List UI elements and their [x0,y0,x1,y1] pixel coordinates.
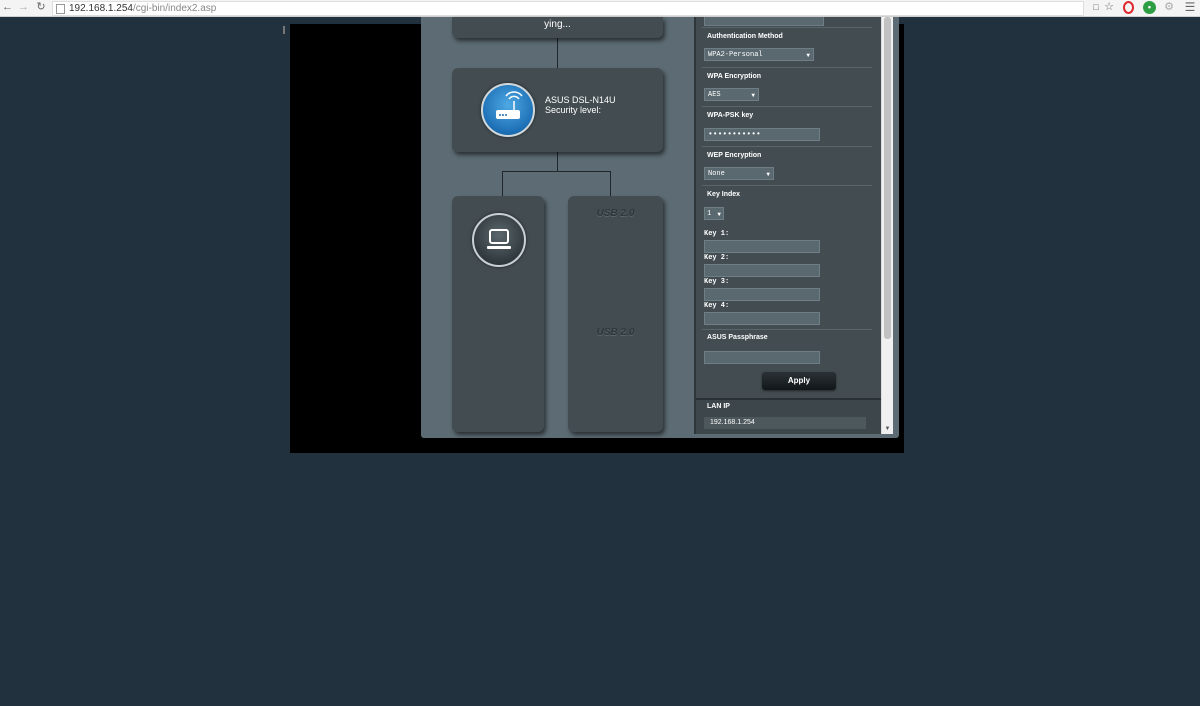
page-marker [283,26,285,34]
wpa-psk-key-label: WPA-PSK key [707,112,754,119]
router-icon [481,83,535,137]
wpa-encryption-value: AES [708,91,721,99]
apply-button[interactable]: Apply [762,372,836,390]
lan-ip-value: 192.168.1.254 [704,417,866,429]
divider [702,67,872,68]
auth-method-value: WPA2-Personal [708,51,763,59]
clients-node[interactable] [452,196,544,432]
divider [702,329,872,330]
asus-passphrase-input[interactable] [704,351,820,364]
key-1-input[interactable] [704,240,820,253]
chevron-down-icon: ▼ [806,52,810,59]
divider [702,106,872,107]
wpa-encryption-label: WPA Encryption [707,73,762,80]
back-arrow-icon[interactable]: ← [2,0,13,16]
forward-arrow-icon[interactable]: → [18,0,29,16]
lan-ip-section: LAN IP 192.168.1.254 [696,398,882,434]
key-index-label: Key Index [707,191,741,198]
key-2-label: Key 2: [704,254,730,262]
settings-wrench-icon[interactable]: ⚙ [1163,0,1175,16]
usb-port-1-label: USB 2.0 [596,208,635,219]
url-text: 192.168.1.254/cgi-bin/index2.asp [69,2,216,15]
asus-passphrase-label: ASUS Passphrase [707,334,768,341]
auth-method-label: Authentication Method [707,33,783,40]
key-4-input[interactable] [704,312,820,325]
opera-icon[interactable] [1123,1,1134,14]
key-3-label: Key 3: [704,278,730,286]
browser-toolbar: ← → ↻ 192.168.1.254/cgi-bin/index2.asp □… [0,0,1200,17]
wep-encryption-value: None [708,170,725,178]
router-info: ASUS DSL-N14U Security level: [545,95,616,115]
key-3-input[interactable] [704,288,820,301]
chevron-down-icon: ▼ [766,171,770,178]
key-index-value: 1 [707,210,712,218]
connector-line [502,171,503,196]
lan-ip-label: LAN IP [707,403,730,410]
scroll-down-arrow-icon[interactable]: ▼ [884,426,891,432]
internet-status-text: ying... [544,19,571,30]
url-path: /cgi-bin/index2.asp [132,3,217,14]
computer-icon [472,213,526,267]
bookmark-star-icon[interactable]: ☆ [1103,0,1115,16]
usb-port-2-label: USB 2.0 [596,327,635,338]
divider [702,27,872,28]
connector-line [502,171,611,172]
wep-encryption-label: WEP Encryption [707,152,762,159]
auth-method-select[interactable]: WPA2-Personal ▼ [704,48,814,61]
reload-icon[interactable]: ↻ [35,0,47,16]
wep-encryption-select[interactable]: None ▼ [704,167,774,180]
router-security-label: Security level: [545,105,602,115]
green-circle-extension-icon[interactable]: • [1143,1,1156,14]
wpa-encryption-select[interactable]: AES ▼ [704,88,759,101]
divider [702,146,872,147]
internet-status-node[interactable]: ying... [452,17,663,38]
menu-icon[interactable]: ☰ [1184,0,1196,16]
connector-line [557,152,558,171]
connector-line [610,171,611,196]
page-icon [56,4,65,14]
router-node[interactable]: ASUS DSL-N14U Security level: [452,68,663,152]
wpa-psk-key-input[interactable]: ••••••••••• [704,128,820,141]
key-1-label: Key 1: [704,230,730,238]
scrollbar-thumb[interactable] [884,17,891,339]
translate-icon[interactable]: □ [1091,0,1101,16]
key-2-input[interactable] [704,264,820,277]
url-host: 192.168.1.254 [69,3,133,14]
connector-line [557,38,558,68]
chevron-down-icon: ▼ [717,211,721,218]
key-4-label: Key 4: [704,302,730,310]
address-bar[interactable]: 192.168.1.254/cgi-bin/index2.asp [52,1,1084,16]
wireless-settings-panel: Authentication Method WPA2-Personal ▼ WP… [694,17,882,434]
panel-scrollbar[interactable]: ▼ [881,17,893,434]
key-index-select[interactable]: 1 ▼ [704,207,724,220]
usb-node[interactable]: USB 2.0 USB 2.0 [568,196,663,432]
divider [702,185,872,186]
router-name: ASUS DSL-N14U [545,95,616,105]
ssid-field[interactable] [704,17,824,26]
chevron-down-icon: ▼ [751,92,755,99]
